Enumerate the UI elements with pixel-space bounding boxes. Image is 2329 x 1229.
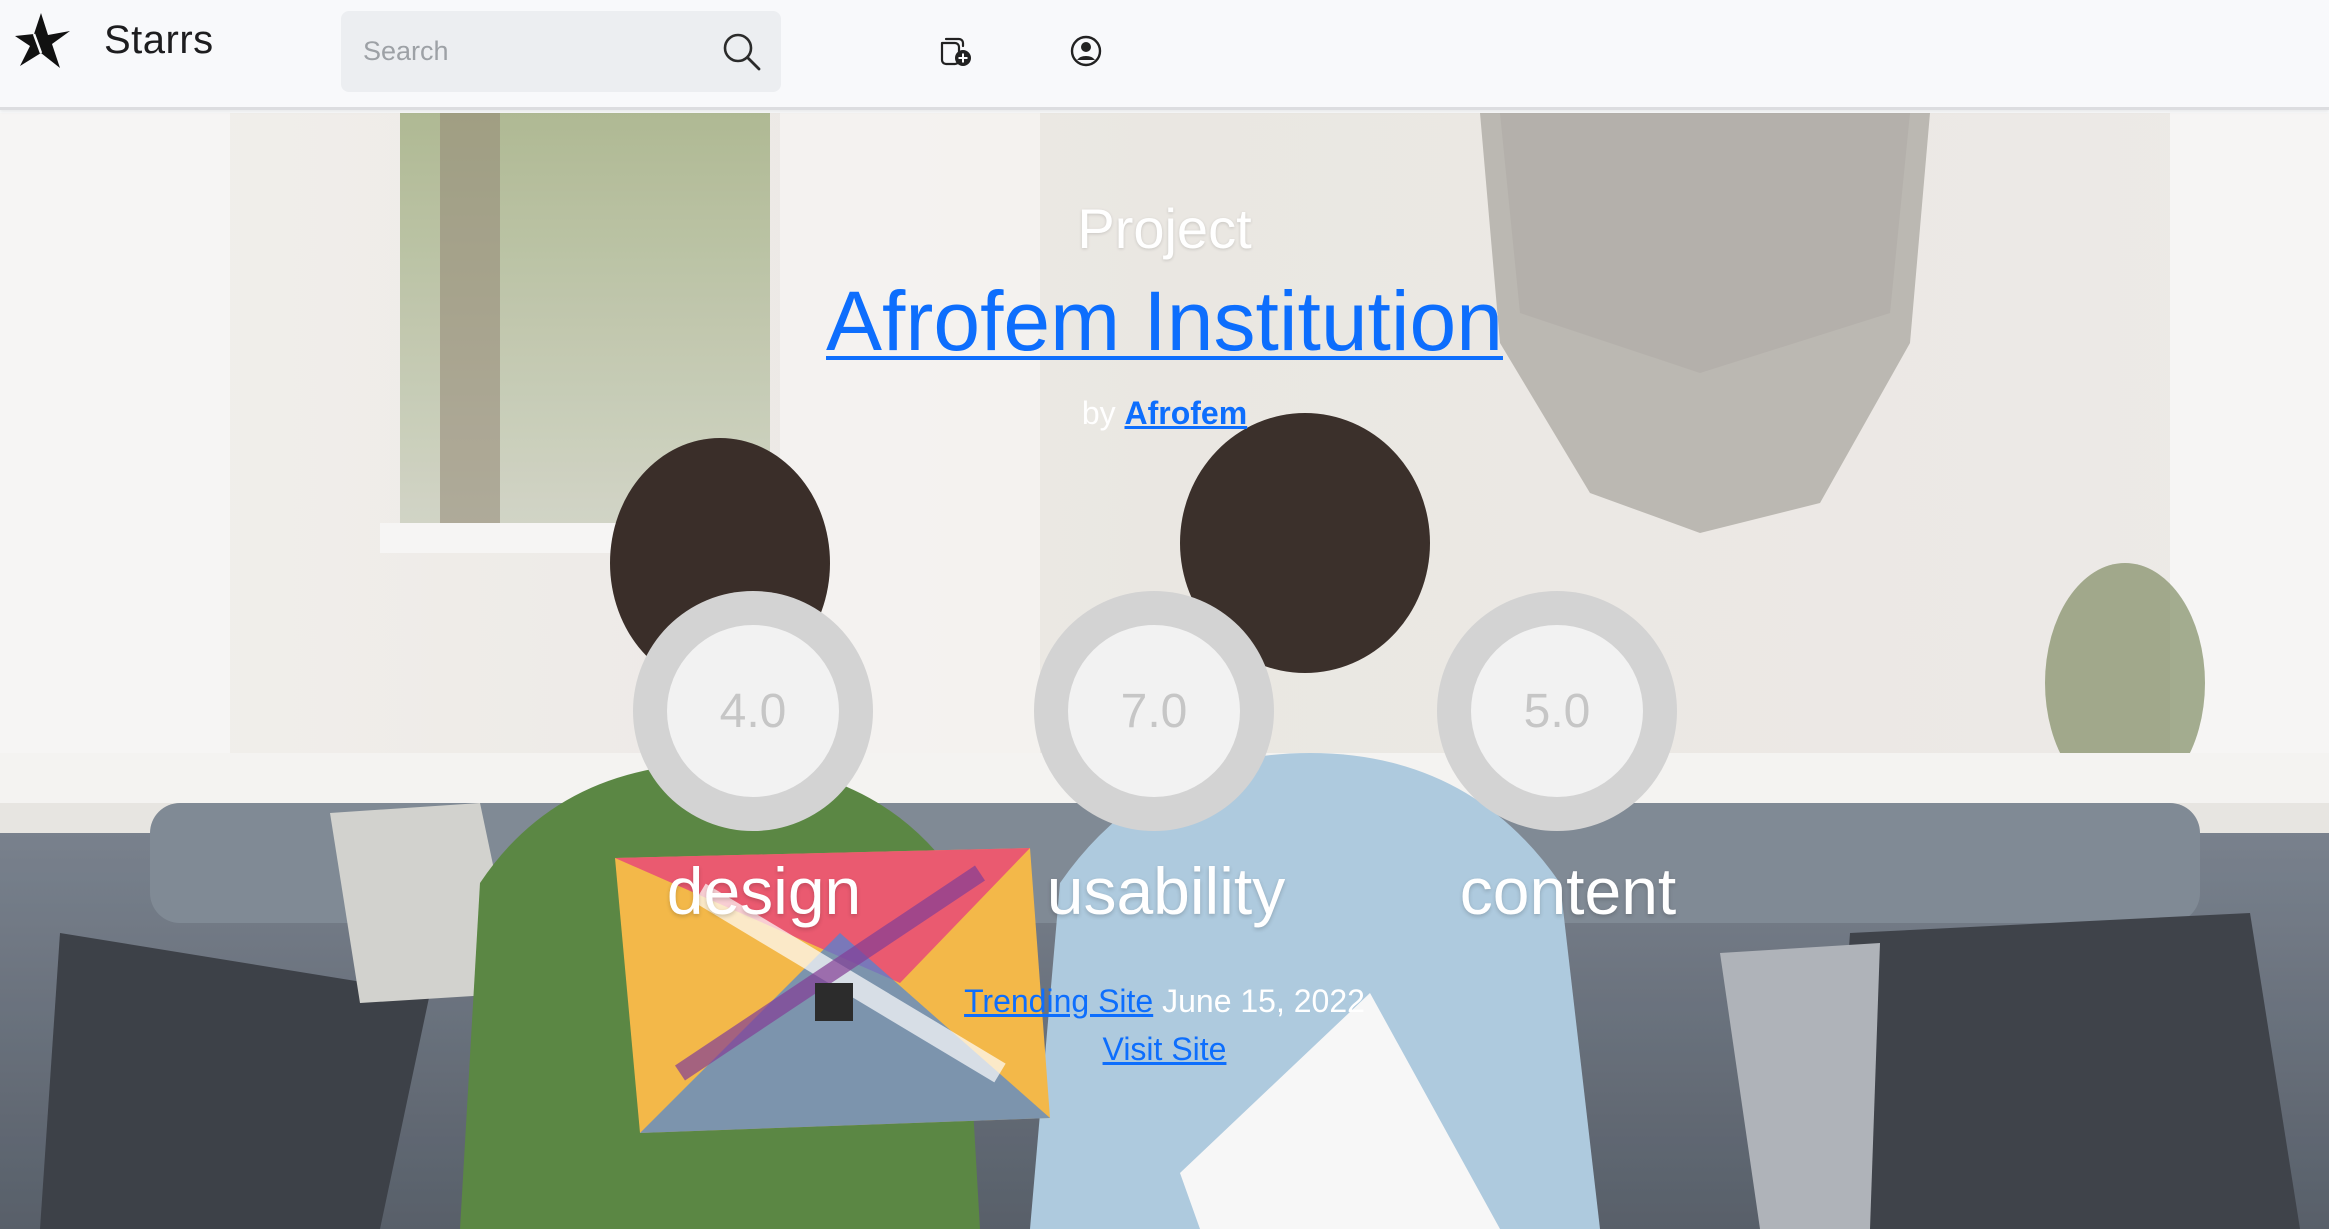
add-site-icon[interactable] xyxy=(939,34,973,68)
visit-site-link[interactable]: Visit Site xyxy=(1103,1031,1227,1067)
brand-name: Starrs xyxy=(104,17,214,62)
usability-score-value: 7.0 xyxy=(1068,625,1240,797)
top-navbar: Starrs xyxy=(0,0,2329,110)
content-score-label: content xyxy=(1459,854,1677,928)
usability-score-label: usability xyxy=(1046,854,1286,928)
brand-home-link[interactable]: Starrs xyxy=(14,10,214,70)
design-score-label: design xyxy=(666,854,862,928)
hero-content: Project Afrofem Institution by Afrofem 4… xyxy=(0,113,2329,1229)
design-score-circle: 4.0 xyxy=(633,591,873,831)
content-score-value: 5.0 xyxy=(1471,625,1643,797)
usability-score-circle: 7.0 xyxy=(1034,591,1274,831)
project-title-link[interactable]: Afrofem Institution xyxy=(0,273,2329,370)
byline: by Afrofem xyxy=(0,395,2329,432)
account-circle-icon[interactable] xyxy=(1069,34,1103,68)
byline-prefix: by xyxy=(1081,395,1116,431)
design-score-value: 4.0 xyxy=(667,625,839,797)
star-logo-icon xyxy=(15,13,70,68)
publish-date: June 15, 2022 xyxy=(1162,983,1365,1019)
search-bar xyxy=(341,11,781,92)
search-icon[interactable] xyxy=(721,31,763,73)
author-link[interactable]: Afrofem xyxy=(1125,395,1248,431)
section-eyebrow: Project xyxy=(1077,197,1252,260)
trending-site-badge[interactable]: Trending Site xyxy=(964,983,1153,1019)
visit-line: Visit Site xyxy=(0,1031,2329,1068)
content-score-circle: 5.0 xyxy=(1437,591,1677,831)
search-input[interactable] xyxy=(341,11,701,92)
project-hero: Project Afrofem Institution by Afrofem 4… xyxy=(0,113,2329,1229)
meta-line: Trending Site June 15, 2022 xyxy=(0,983,2329,1020)
